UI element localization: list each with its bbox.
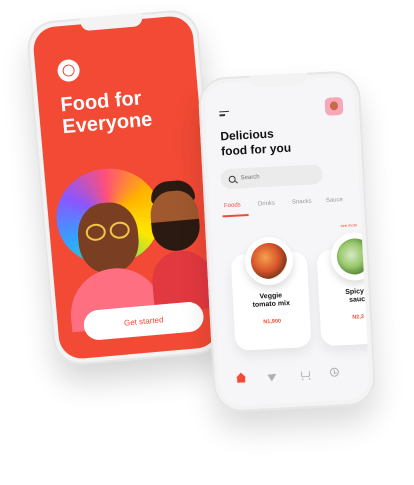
clock-icon[interactable] (329, 366, 342, 379)
food-name: Spicy f sauc (319, 286, 371, 306)
onboarding-title: Food for Everyone (60, 82, 203, 138)
food-image (329, 231, 371, 282)
phone-onboarding: Food for Everyone Get started (25, 8, 227, 367)
active-tab-indicator (222, 213, 249, 217)
hamburger-menu-icon[interactable] (219, 110, 230, 120)
home-icon[interactable] (235, 371, 248, 384)
category-tabs: Foods Drinks Snacks Sauce (222, 195, 370, 219)
home-title: Delicious food for you (220, 123, 341, 159)
onboarding-screen: Food for Everyone Get started (31, 14, 221, 361)
chef-hat-icon (56, 58, 81, 83)
see-more-link[interactable]: see more (340, 222, 357, 228)
phone-home: Delicious food for you Search Foods Drin… (197, 69, 377, 414)
search-placeholder: Search (240, 174, 260, 182)
app-showcase: Food for Everyone Get started Delicious … (0, 0, 414, 485)
tab-drinks[interactable]: Drinks (258, 201, 275, 208)
tab-foods[interactable]: Foods (224, 202, 241, 209)
send-icon[interactable] (267, 370, 280, 383)
home-screen: Delicious food for you Search Foods Drin… (203, 76, 371, 407)
profile-avatar[interactable] (324, 96, 344, 116)
food-card[interactable]: Spicy f sauc N2,3 (316, 231, 371, 347)
tab-snacks[interactable]: Snacks (292, 199, 312, 206)
food-image (243, 235, 295, 287)
food-card[interactable]: Veggie tomato mix N1,900 (230, 235, 312, 351)
bottom-navigation (219, 363, 370, 391)
cart-icon[interactable] (299, 368, 312, 381)
food-price: N2,3 (352, 314, 365, 321)
tab-sauce[interactable]: Sauce (326, 197, 343, 204)
food-price: N1,900 (263, 318, 282, 326)
food-name: Veggie tomato mix (233, 291, 310, 311)
search-icon (228, 175, 236, 183)
search-input[interactable]: Search (220, 164, 324, 190)
